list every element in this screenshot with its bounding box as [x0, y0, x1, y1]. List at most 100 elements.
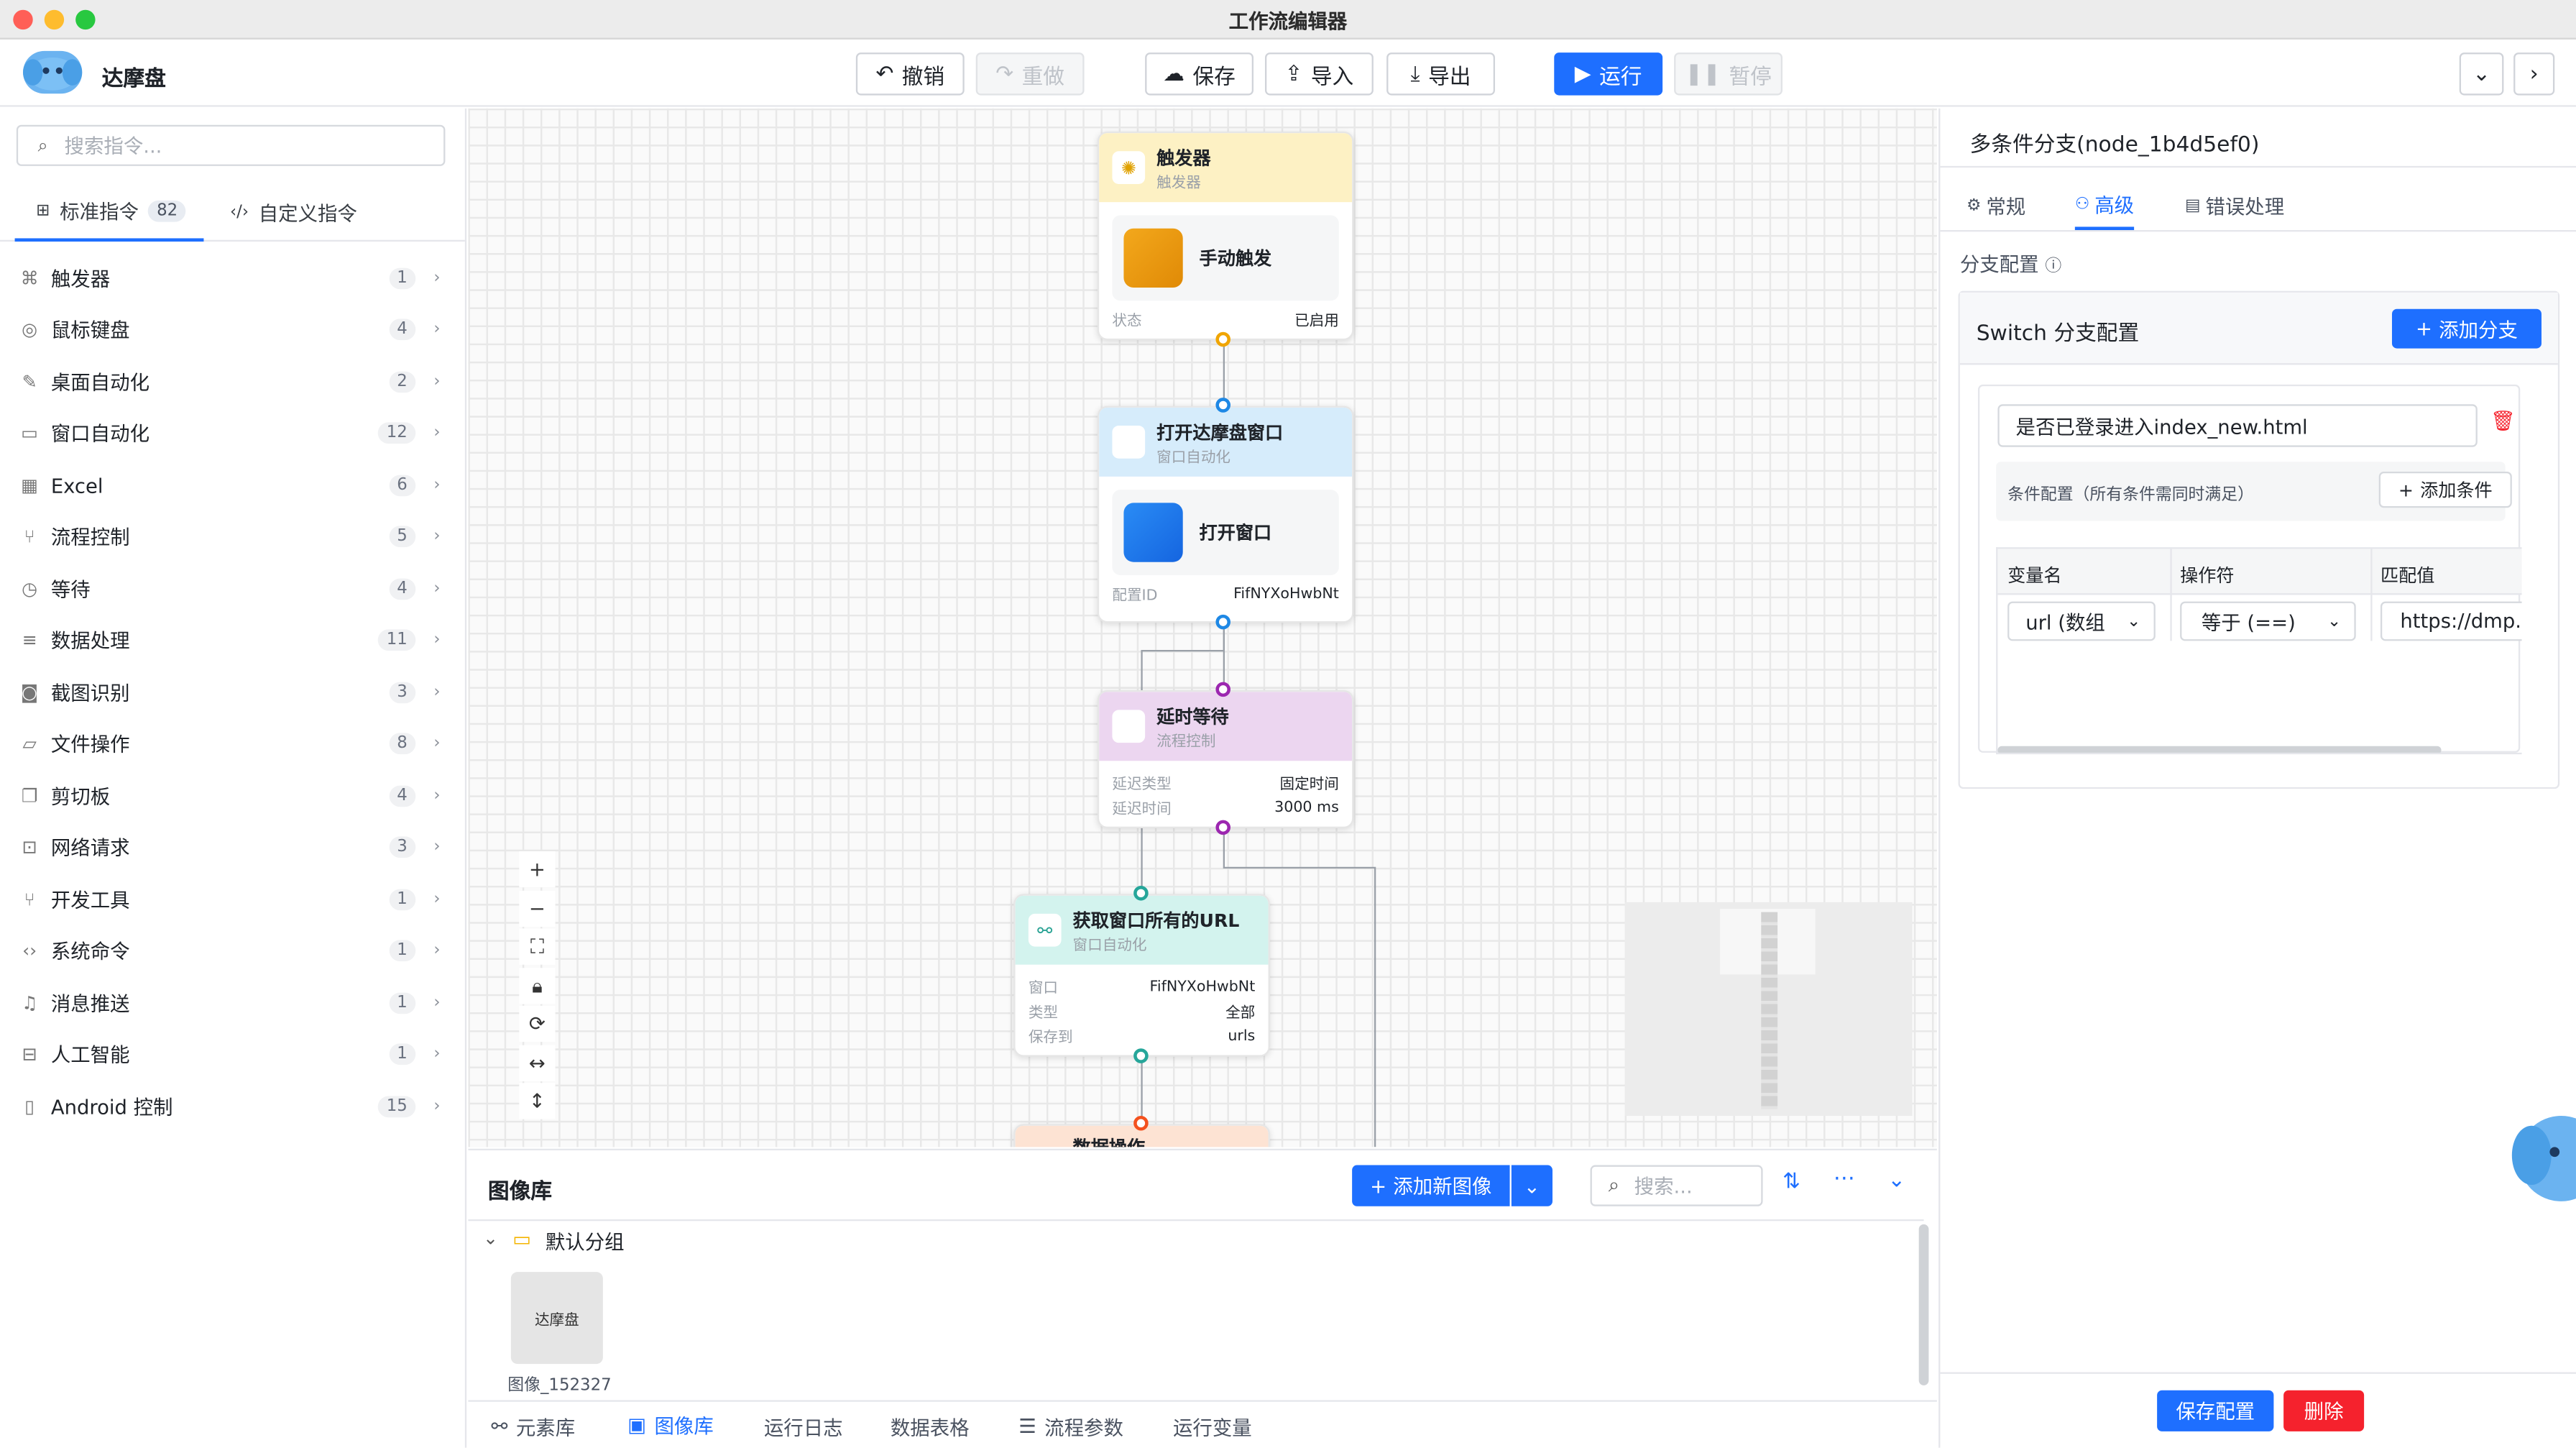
trash-icon[interactable]: 🗑︎ — [2490, 409, 2516, 432]
input-port[interactable] — [1215, 398, 1230, 413]
pause-button[interactable]: ❚❚ 暂停 — [1674, 52, 1782, 96]
zoom-out-button[interactable]: − — [519, 890, 556, 927]
fit-view-button[interactable]: ⛶ — [519, 928, 556, 965]
trigger-icon: ⌘ — [20, 267, 39, 290]
delete-button[interactable]: 删除 — [2283, 1390, 2365, 1431]
chevron-down-icon: ⌄ — [2327, 612, 2342, 631]
image-search-input[interactable]: ⌕ 搜索... — [1590, 1165, 1763, 1206]
category-network-requests[interactable]: ⊡ 网络请求 3 › — [0, 822, 465, 873]
tab-error-handling[interactable]: ▤ 错误处理 — [2185, 180, 2284, 230]
run-button[interactable]: ▶ 运行 — [1554, 52, 1663, 96]
import-button[interactable]: ⇪ 导入 — [1264, 52, 1374, 96]
match-value-input[interactable]: https://dmp. — [2380, 601, 2522, 641]
add-condition-button[interactable]: + 添加条件 — [2378, 471, 2512, 508]
collapse-down-button[interactable]: ⌄ — [2459, 52, 2504, 96]
tab-data-table[interactable]: 数据表格 — [891, 1402, 970, 1448]
tab-general[interactable]: ⚙ 常规 — [1966, 180, 2025, 230]
collapse-panel-icon[interactable]: ⌄ — [1887, 1168, 1905, 1193]
add-image-button[interactable]: + 添加新图像 — [1352, 1165, 1510, 1206]
category-dev-tools[interactable]: ⑂ 开发工具 1 › — [0, 874, 465, 925]
window-title: 工作流编辑器 — [1228, 9, 1348, 33]
lock-button[interactable]: 🔒︎ — [519, 968, 556, 1004]
image-thumbnail[interactable]: 达摩盘 — [510, 1272, 603, 1365]
assistant-mascot[interactable] — [2506, 1106, 2576, 1208]
branch-name-input[interactable]: 是否已登录进入index_new.html — [1997, 404, 2478, 447]
category-clipboard[interactable]: ❐ 剪切板 4 › — [0, 771, 465, 822]
pen-icon: ✎ — [22, 371, 37, 393]
output-port[interactable] — [1215, 614, 1230, 630]
refresh-icon: ⟳ — [528, 1012, 546, 1035]
category-flow-control[interactable]: ⑂ 流程控制 5 › — [0, 511, 465, 562]
category-ai[interactable]: ⊟ 人工智能 1 › — [0, 1029, 465, 1080]
save-button[interactable]: ☁ 保存 — [1145, 52, 1254, 96]
redo-button[interactable]: ↷ 重做 — [975, 52, 1085, 96]
save-config-button[interactable]: 保存配置 — [2157, 1390, 2274, 1431]
branch-icon: ⑂ — [24, 526, 35, 548]
category-system-commands[interactable]: ‹› 系统命令 1 › — [0, 925, 465, 976]
horizontal-scrollbar[interactable] — [1997, 746, 2442, 753]
add-image-dropdown[interactable]: ⌄ — [1511, 1165, 1552, 1206]
tab-advanced[interactable]: ⚇ 高级 — [2074, 180, 2135, 230]
tab-run-log[interactable]: 运行日志 — [764, 1402, 843, 1448]
category-file-operations[interactable]: ▱ 文件操作 8 › — [0, 718, 465, 769]
category-mouse-keyboard[interactable]: ◎ 鼠标键盘 4 › — [0, 304, 465, 355]
divider — [2370, 549, 2373, 641]
code-icon: ‹/› — [229, 203, 249, 222]
category-excel[interactable]: ▦ Excel 6 › — [0, 460, 465, 511]
undo-button[interactable]: ↶ 撤销 — [855, 52, 965, 96]
category-data-processing[interactable]: ≡ 数据处理 11 › — [0, 615, 465, 666]
output-port[interactable] — [1133, 1048, 1149, 1063]
category-window-automation[interactable]: ▭ 窗口自动化 12 › — [0, 408, 465, 459]
input-port[interactable] — [1133, 1115, 1149, 1131]
node-header: 延时等待 流程控制 — [1099, 692, 1353, 761]
node-open-window[interactable]: 打开达摩盘窗口 窗口自动化 打开窗口 配置ID FifNYXoHwbNt — [1097, 405, 1354, 623]
category-message-push[interactable]: ♫ 消息推送 1 › — [0, 978, 465, 1029]
tab-standard-commands[interactable]: ⊞ 标准指令 82 — [14, 184, 204, 242]
operator-select[interactable]: 等于 (==) ⌄ — [2180, 601, 2356, 641]
node-header: 打开达摩盘窗口 窗口自动化 — [1099, 407, 1353, 477]
node-trigger[interactable]: ✺ 触发器 触发器 手动触发 状态 已启用 — [1097, 131, 1354, 341]
tab-custom-commands[interactable]: ‹/› 自定义指令 — [230, 184, 357, 242]
more-icon[interactable]: ⋯ — [1834, 1167, 1855, 1191]
tab-run-variables[interactable]: 运行变量 — [1173, 1402, 1252, 1448]
category-trigger[interactable]: ⌘ 触发器 1 › — [0, 253, 465, 304]
command-search-input[interactable]: ⌕ 搜索指令... — [16, 124, 446, 166]
category-android-control[interactable]: ▯ Android 控制 15 › — [0, 1081, 465, 1132]
workflow-canvas[interactable]: ✺ 触发器 触发器 手动触发 状态 已启用 打开达摩盘窗口 窗口自动化 打开窗口 … — [468, 108, 1937, 1147]
node-property: 状态 已启用 — [1112, 313, 1339, 331]
chevron-right-icon: › — [433, 787, 441, 805]
next-button[interactable]: › — [2513, 52, 2555, 96]
export-button[interactable]: ⤓ 导出 — [1386, 52, 1495, 96]
table-row[interactable]: url (数组 ⌄ — [2007, 601, 2156, 641]
node-delay[interactable]: 延时等待 流程控制 延迟类型 固定时间 延迟时间 3000 ms — [1097, 689, 1354, 828]
column-header: 操作符 — [2180, 565, 2235, 587]
tab-image-library[interactable]: ▣ 图像库 — [627, 1402, 714, 1448]
input-port[interactable] — [1133, 885, 1149, 901]
tab-flow-params[interactable]: ☰ 流程参数 — [1018, 1402, 1123, 1448]
node-get-urls[interactable]: ⚯ 获取窗口所有的URL 窗口自动化 窗口 FifNYXoHwbNt 类型 全部 保… — [1013, 894, 1270, 1057]
horizontal-layout-button[interactable]: ↔ — [519, 1045, 556, 1081]
plus-icon: + — [2416, 317, 2433, 341]
output-port[interactable] — [1215, 820, 1230, 835]
zoom-in-button[interactable]: + — [519, 851, 556, 888]
category-screenshot-recognition[interactable]: ◙ 截图识别 3 › — [0, 667, 465, 718]
divider — [2170, 549, 2172, 641]
column-header: 变量名 — [2007, 565, 2062, 587]
folder-icon: ▱ — [22, 733, 37, 755]
chevron-down-icon[interactable]: ⌄ — [483, 1227, 498, 1249]
sort-icon[interactable]: ⇅ — [1782, 1170, 1800, 1194]
category-wait[interactable]: ◷ 等待 4 › — [0, 564, 465, 615]
table-header — [1997, 549, 2522, 595]
vertical-layout-button[interactable]: ↕ — [519, 1083, 556, 1119]
output-port[interactable] — [1215, 331, 1230, 347]
auto-layout-button[interactable]: ⟳ — [519, 1005, 556, 1043]
category-desktop-automation[interactable]: ✎ 桌面自动化 2 › — [0, 357, 465, 408]
node-preview: 手动触发 — [1112, 215, 1339, 301]
tab-element-library[interactable]: ⚯ 元素库 — [491, 1402, 575, 1448]
add-branch-button[interactable]: + 添加分支 — [2391, 308, 2542, 349]
search-icon: ⌕ — [1608, 1173, 1620, 1196]
minimap[interactable] — [1624, 902, 1913, 1116]
chevron-right-icon: › — [433, 941, 441, 960]
input-port[interactable] — [1215, 682, 1230, 697]
scrollbar[interactable] — [1918, 1224, 1929, 1385]
